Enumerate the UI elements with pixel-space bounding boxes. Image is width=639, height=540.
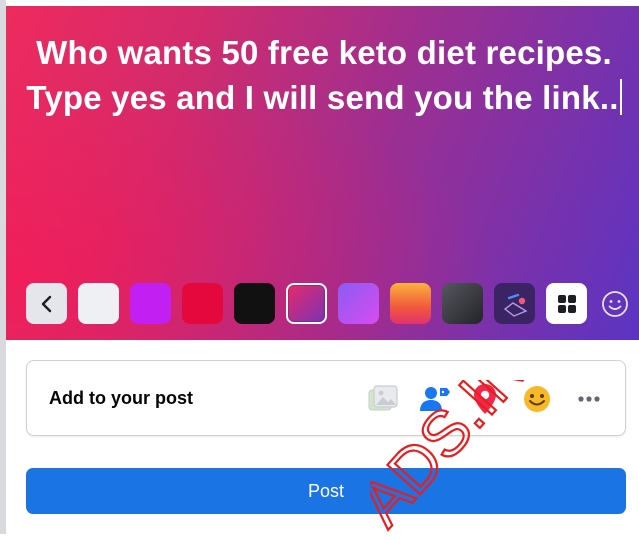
swatch-gradient-pink-purple[interactable] [286, 283, 327, 324]
swatch-gradient-orange[interactable] [390, 283, 431, 324]
illustration-icon [503, 293, 528, 317]
background-picker [26, 283, 637, 325]
swatch-illustration[interactable] [494, 283, 535, 324]
smiley-icon [602, 291, 628, 317]
post-text[interactable]: Who wants 50 free keto diet recipes. Typ… [26, 34, 618, 116]
text-cursor [619, 79, 622, 115]
chevron-left-icon [41, 295, 51, 312]
swatch-black[interactable] [234, 283, 275, 324]
more-options-button[interactable] [571, 381, 607, 417]
post-button[interactable]: Post [26, 468, 626, 514]
photo-video-button[interactable] [365, 381, 401, 417]
add-to-post-label: Add to your post [49, 388, 193, 408]
swatch-white[interactable] [78, 283, 119, 324]
feeling-activity-button[interactable] [519, 381, 555, 417]
tag-people-icon [420, 387, 450, 411]
swatch-purple[interactable] [130, 283, 171, 324]
post-text-editor[interactable]: Who wants 50 free keto diet recipes. Typ… [24, 30, 624, 120]
more-backgrounds-button[interactable] [546, 283, 587, 324]
hide-backgrounds-button[interactable] [26, 283, 67, 324]
create-post-dialog: Who wants 50 free keto diet recipes. Typ… [0, 0, 639, 540]
feeling-activity-icon [524, 386, 550, 412]
swatch-red[interactable] [182, 283, 223, 324]
photo-video-icon [368, 385, 398, 411]
more-options-icon [578, 396, 600, 402]
add-to-post-panel: Add to your post [26, 360, 626, 436]
check-in-location-icon [474, 384, 496, 414]
grid-icon [557, 294, 576, 313]
emoji-picker-button[interactable] [598, 287, 632, 321]
swatch-gradient-dark[interactable] [442, 283, 483, 324]
swatch-gradient-violet[interactable] [338, 283, 379, 324]
check-in-button[interactable] [467, 381, 503, 417]
tag-people-button[interactable] [417, 381, 453, 417]
post-composer-background[interactable]: Who wants 50 free keto diet recipes. Typ… [6, 6, 639, 340]
